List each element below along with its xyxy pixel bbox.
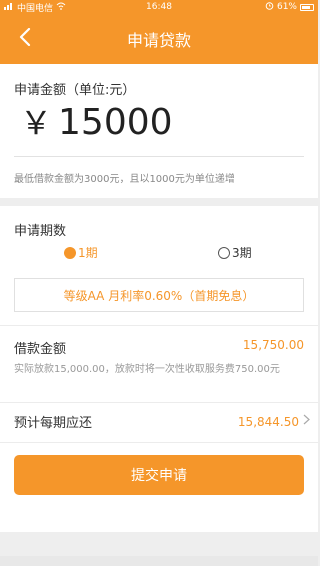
loan-amount-note: 实际放款15,000.00，放款时将一次性收取服务费750.00元 xyxy=(14,364,280,375)
period-label: 申请期数 xyxy=(14,224,67,239)
monthly-payment-right: 15,844.50 xyxy=(238,414,310,429)
divider xyxy=(0,325,318,326)
period-option-label: 1期 xyxy=(78,246,98,260)
amount-section: 申请金额（单位:元） ￥ 15000 最低借款金额为3000元，且以1000元为… xyxy=(0,64,318,198)
chevron-left-icon xyxy=(19,27,31,50)
amount-input[interactable]: ￥ 15000 xyxy=(20,98,173,144)
back-button[interactable] xyxy=(10,24,40,54)
radio-unselected-icon xyxy=(218,246,230,259)
bottom-bar xyxy=(0,556,318,566)
amount-value: 15000 xyxy=(58,102,173,143)
radio-selected-icon xyxy=(64,246,76,259)
rate-info-box: 等级AA 月利率0.60%（首期免息） xyxy=(14,278,304,312)
monthly-payment-label: 预计每期应还 xyxy=(14,416,93,431)
divider xyxy=(0,442,318,443)
period-option-label: 3期 xyxy=(232,246,252,260)
amount-hint: 最低借款金额为3000元，且以1000元为单位递增 xyxy=(14,174,235,185)
divider xyxy=(14,156,304,157)
monthly-payment-value: 15,844.50 xyxy=(237,414,299,429)
loan-amount-row: 借款金额 15,750.00 xyxy=(14,338,304,357)
submit-button[interactable]: 提交申请 xyxy=(14,455,304,495)
divider xyxy=(0,402,318,403)
nav-bar: 申请贷款 xyxy=(0,14,318,64)
battery-icon xyxy=(300,3,314,11)
loan-amount-label: 借款金额 xyxy=(14,342,67,357)
period-section: 申请期数 1期 3期 等级AA 月利率0.60%（首期免息） 借款金额 15,7… xyxy=(0,206,318,532)
loan-amount-value: 15,750.00 xyxy=(242,338,304,352)
currency-symbol: ￥ xyxy=(20,104,53,142)
period-option-1[interactable]: 1期 xyxy=(64,244,98,261)
status-bar: 中国电信 16:48 61% xyxy=(0,0,318,14)
status-time: 16:48 xyxy=(146,2,172,12)
chevron-right-icon xyxy=(303,414,310,429)
monthly-payment-row[interactable]: 预计每期应还 15,844.50 xyxy=(14,412,310,431)
period-option-3[interactable]: 3期 xyxy=(218,244,252,261)
amount-label: 申请金额（单位:元） xyxy=(14,83,136,98)
page-title: 申请贷款 xyxy=(126,31,191,50)
